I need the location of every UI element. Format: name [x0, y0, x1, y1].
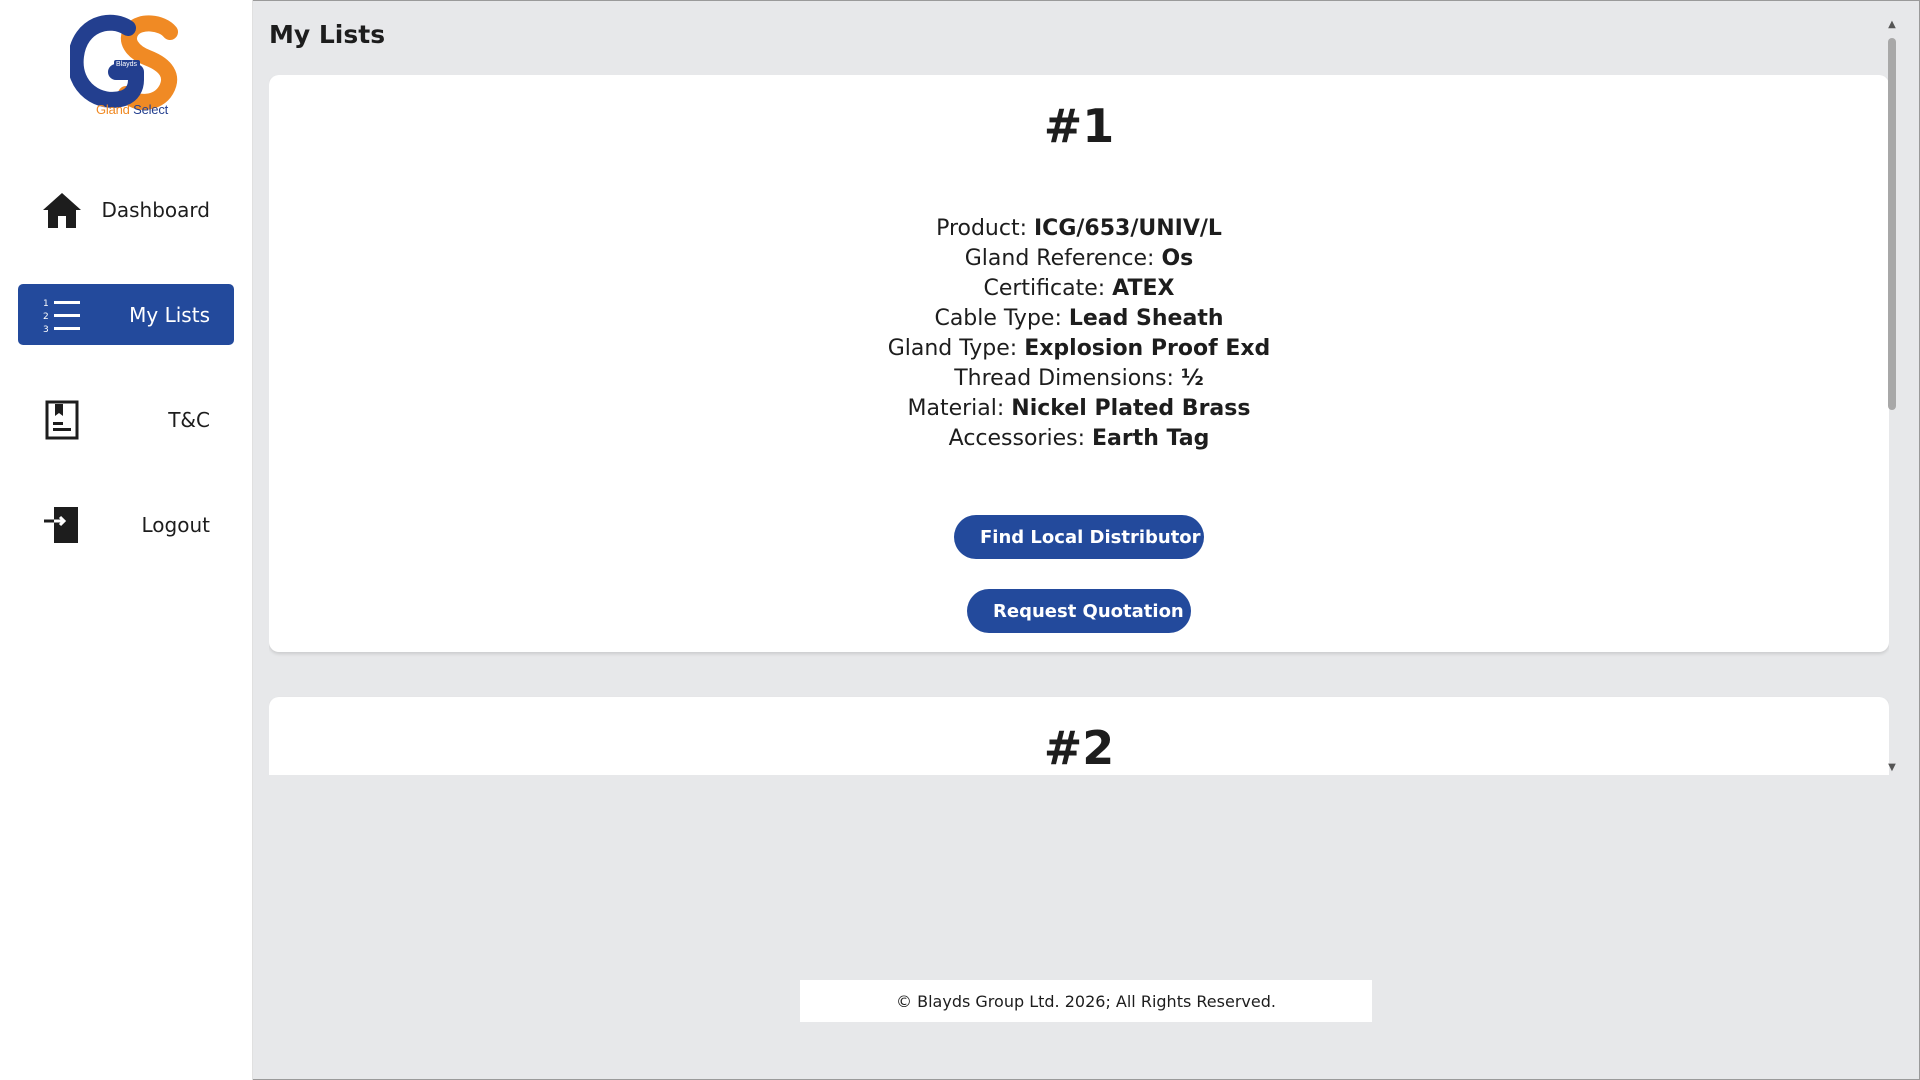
list-number: #1 [1043, 99, 1115, 153]
sidebar-item-my-lists[interactable]: 1 2 3 My Lists [18, 284, 234, 345]
sidebar-item-label: Dashboard [101, 197, 210, 222]
footer-copyright: © Blayds Group Ltd. 2026; All Rights Res… [800, 980, 1372, 1022]
list-number: #2 [1043, 721, 1115, 775]
logo-small-text: Blayds [116, 61, 138, 68]
sidebar-item-label: My Lists [129, 302, 210, 327]
document-icon [45, 400, 79, 439]
svg-text:3: 3 [43, 325, 49, 335]
list-details: Product: ICG/653/UNIV/L Gland Reference:… [269, 214, 1889, 454]
gland-select-logo[interactable]: Blayds Gland Select [67, 14, 180, 122]
scrollbar-thumb[interactable] [1888, 38, 1896, 410]
svg-text:1: 1 [43, 299, 49, 309]
home-icon [43, 192, 81, 228]
sidebar-item-dashboard[interactable]: Dashboard [18, 179, 234, 240]
logo-wordmark: Gland Select [84, 102, 180, 117]
sidebar-item-tandc[interactable]: T&C [18, 389, 234, 450]
detail-cable-type: Cable Type: Lead Sheath [934, 306, 1224, 331]
sidebar-item-label: Logout [141, 512, 210, 537]
detail-product: Product: ICG/653/UNIV/L [936, 216, 1222, 241]
logo-word-gland: Gland [95, 102, 130, 117]
sidebar-item-logout[interactable]: Logout [18, 494, 234, 555]
vertical-scrollbar[interactable]: ▲ ▼ [1885, 18, 1899, 775]
list-card: #1 Product: ICG/653/UNIV/L Gland Referen… [269, 75, 1889, 652]
scroll-down-arrow-icon[interactable]: ▼ [1885, 761, 1899, 775]
detail-accessories: Accessories: Earth Tag [948, 426, 1210, 451]
detail-certificate: Certificate: ATEX [983, 276, 1175, 301]
sidebar: Blayds Gland Select Dashboard 1 2 3 My L… [0, 0, 253, 1080]
detail-gland-type: Gland Type: Explosion Proof Exd [887, 336, 1271, 361]
logo-word-select: Select [133, 102, 169, 117]
numbered-list-icon: 1 2 3 [43, 299, 80, 335]
find-local-distributor-button[interactable]: Find Local Distributor [954, 515, 1204, 559]
lists-scroll-area[interactable]: #1 Product: ICG/653/UNIV/L Gland Referen… [269, 75, 1889, 775]
detail-material: Material: Nickel Plated Brass [907, 396, 1251, 421]
detail-thread-dimensions: Thread Dimensions: ½ [954, 366, 1204, 391]
logout-icon [44, 506, 78, 543]
scroll-up-arrow-icon[interactable]: ▲ [1885, 18, 1899, 32]
page-title: My Lists [269, 20, 386, 49]
list-card: #2 [269, 697, 1889, 775]
detail-gland-reference: Gland Reference: Os [964, 246, 1194, 271]
svg-text:2: 2 [43, 312, 49, 322]
sidebar-item-label: T&C [168, 407, 210, 432]
request-quotation-button[interactable]: Request Quotation [967, 589, 1191, 633]
